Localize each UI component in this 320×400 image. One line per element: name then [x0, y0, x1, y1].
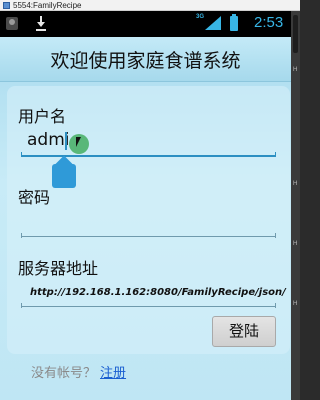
android-status-bar: 3G 2:53 — [0, 11, 291, 37]
register-link[interactable]: 注册 — [100, 366, 126, 381]
side-mark: H — [293, 67, 298, 73]
password-label: 密码 — [18, 188, 51, 207]
underline-tick — [21, 233, 22, 238]
login-button[interactable]: 登陆 — [212, 316, 276, 347]
server-label: 服务器地址 — [18, 259, 99, 278]
username-label: 用户名 — [18, 107, 67, 126]
network-type: 3G — [196, 14, 205, 20]
side-mark: H — [293, 241, 298, 247]
text-caret — [65, 132, 67, 150]
app-header: 欢迎使用家庭食谱系统 — [0, 37, 291, 82]
server-field-underline[interactable] — [21, 303, 276, 308]
register-prompt: 没有帐号？ — [31, 366, 97, 381]
signal-icon — [205, 16, 221, 30]
server-input[interactable]: http://192.168.1.162:8080/FamilyRecipe/j… — [30, 287, 286, 298]
emulator-title: 5554:FamilyRecipe — [13, 1, 82, 10]
mouse-pointer-icon — [76, 137, 81, 147]
side-control-bar[interactable] — [293, 15, 298, 53]
status-clock: 2:53 — [254, 14, 284, 31]
underline-tick — [21, 152, 22, 157]
battery-icon — [230, 14, 238, 31]
emulator-screen: 5554:FamilyRecipe H H H H 3G 2:53 欢迎使用家庭… — [0, 0, 300, 400]
handle-body — [52, 164, 76, 188]
text-selection-handle[interactable] — [52, 155, 76, 188]
emulator-app-icon — [3, 2, 10, 9]
side-mark: H — [293, 181, 298, 187]
username-input[interactable]: admi — [27, 130, 70, 150]
emulator-titlebar: 5554:FamilyRecipe — [0, 0, 300, 11]
underline-tick — [275, 233, 276, 238]
underline-tick — [21, 303, 22, 308]
register-row: 没有帐号？ 注册 — [31, 362, 126, 381]
username-field-underline[interactable] — [21, 152, 276, 157]
emulator-side-panel: H H H H — [291, 11, 300, 400]
notification-app-icon — [6, 17, 18, 30]
side-mark: H — [293, 301, 298, 307]
password-field-underline[interactable] — [21, 233, 276, 238]
page-title: 欢迎使用家庭食谱系统 — [50, 50, 241, 72]
underline-tick — [275, 152, 276, 157]
underline-tick — [275, 303, 276, 308]
download-icon-base — [36, 29, 46, 31]
password-input[interactable] — [27, 213, 272, 233]
